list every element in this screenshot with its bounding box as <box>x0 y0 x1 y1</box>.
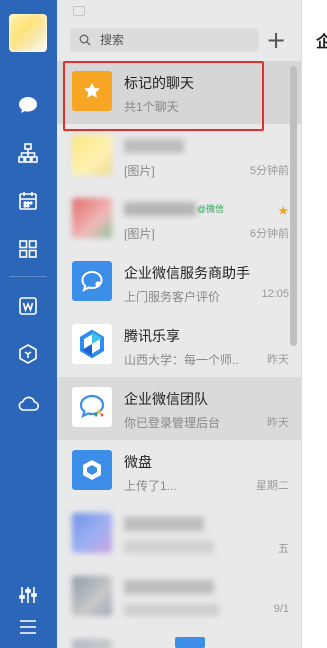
doc-icon[interactable] <box>16 294 40 318</box>
status-badge <box>175 637 205 648</box>
conversation-name-blurred <box>124 517 204 531</box>
window-icon[interactable] <box>73 6 85 16</box>
chat-panel-edge: 企 <box>301 0 327 648</box>
list-topbar <box>57 0 301 24</box>
conversation-name-blurred <box>124 139 184 153</box>
avatar <box>72 639 112 648</box>
conversation-name: 企业微信服务商助手 <box>124 265 250 281</box>
wechat-tag: @微信 <box>197 204 225 214</box>
add-button[interactable]: + <box>265 28 287 52</box>
conversation-time: 12:05 <box>261 288 289 300</box>
conversation-time: 五 <box>278 543 289 555</box>
rail-divider <box>10 276 46 277</box>
avatar <box>72 576 112 616</box>
nav-rail <box>0 0 57 648</box>
apps-icon[interactable] <box>16 237 40 261</box>
workspace-icon[interactable] <box>16 342 40 366</box>
wecom-team-icon <box>72 387 112 427</box>
conversation-preview-blurred <box>124 541 214 553</box>
chat-icon[interactable] <box>16 93 40 117</box>
conversation-item[interactable]: @微信 ★ [图片] 6分钟前 <box>57 188 301 251</box>
panel-title-fragment: 企 <box>316 34 327 51</box>
cloud-icon[interactable] <box>16 392 40 416</box>
conversation-item[interactable]: 9/1 <box>57 566 301 629</box>
org-icon[interactable] <box>16 141 40 165</box>
conversation-item[interactable]: 微盘 上传了1... 星期二 <box>57 440 301 503</box>
conversation-name: 微盘 <box>124 454 152 470</box>
conversation-time: 昨天 <box>267 417 289 429</box>
avatar <box>72 135 112 175</box>
conversation-preview: 上传了1... <box>124 479 177 493</box>
conversation-time: 5分钟前 <box>249 165 289 177</box>
highlight-box <box>63 61 264 131</box>
menu-icon[interactable] <box>16 615 40 639</box>
conversation-preview-blurred <box>124 604 219 616</box>
conversation-preview: 上门服务客户评价 <box>124 290 221 304</box>
conversation-item-partial[interactable] <box>57 629 301 648</box>
search-input[interactable] <box>100 31 250 49</box>
conversation-name: 企业微信团队 <box>124 391 208 407</box>
conversation-name-blurred <box>124 202 196 216</box>
conversation-item[interactable]: 企业微信团队 你已登录管理后台 昨天 <box>57 377 301 440</box>
calendar-icon[interactable] <box>16 189 40 213</box>
avatar[interactable] <box>9 14 47 52</box>
search-box[interactable] <box>70 28 259 52</box>
conversation-name-blurred <box>124 580 214 594</box>
scrollbar[interactable] <box>290 66 297 346</box>
conversation-time: 昨天 <box>267 354 289 366</box>
avatar <box>72 513 112 553</box>
conversation-name: 腾讯乐享 <box>124 328 180 344</box>
conversation-item[interactable]: [图片] 5分钟前 <box>57 125 301 188</box>
conversation-time: 9/1 <box>273 603 289 615</box>
service-helper-icon <box>72 261 112 301</box>
conversation-time: 星期二 <box>256 480 289 492</box>
conversation-preview: 你已登录管理后台 <box>124 416 221 430</box>
conversation-preview: [图片] <box>124 164 155 178</box>
conversation-preview: [图片] <box>124 227 155 241</box>
conversation-item[interactable]: 企业微信服务商助手 上门服务客户评价 12:05 <box>57 251 301 314</box>
conversation-item[interactable]: 腾讯乐享 山西大学：每一个师... 昨天 <box>57 314 301 377</box>
settings-icon[interactable] <box>16 583 40 607</box>
lexiang-icon <box>72 324 112 364</box>
conversation-item[interactable]: 五 <box>57 503 301 566</box>
conversation-preview: 山西大学：每一个师... <box>124 353 239 367</box>
conversation-time: 6分钟前 <box>249 228 289 240</box>
starred-icon: ★ <box>277 203 289 218</box>
weipan-icon <box>72 450 112 490</box>
avatar <box>72 198 112 238</box>
search-icon <box>79 34 91 46</box>
